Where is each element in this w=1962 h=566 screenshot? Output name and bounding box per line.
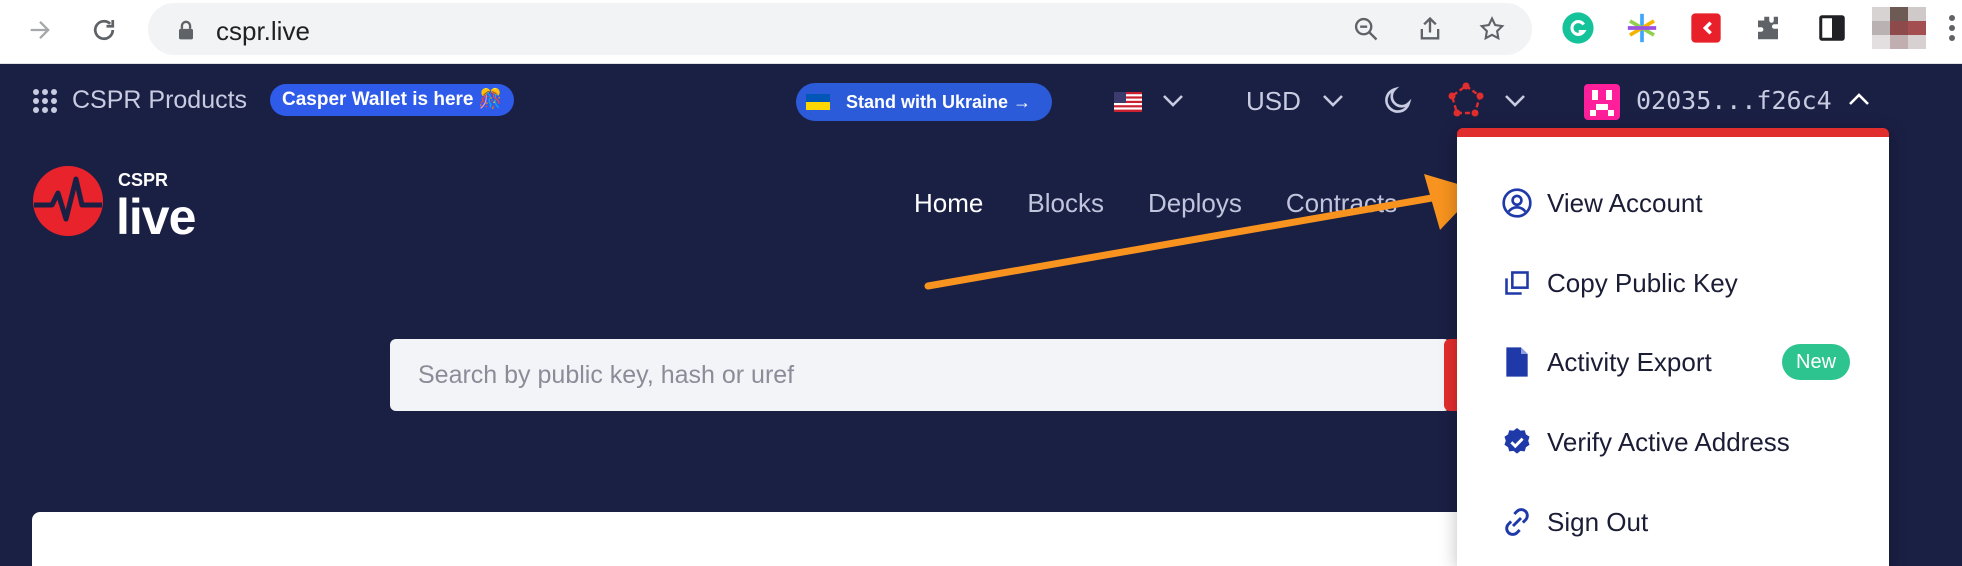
- copy-icon: [1501, 267, 1533, 299]
- ukraine-flag-icon: [806, 94, 830, 110]
- profile-button[interactable]: [1872, 7, 1928, 49]
- cspr-products-menu[interactable]: CSPR Products: [32, 86, 247, 115]
- side-panel-button[interactable]: [1814, 10, 1850, 46]
- verified-badge-icon: [1501, 426, 1533, 458]
- identicon-icon: [1590, 90, 1614, 116]
- url-text: cspr.live: [216, 16, 310, 46]
- puzzle-icon: [1758, 16, 1778, 40]
- side-panel-icon: [1819, 15, 1845, 41]
- account-public-key[interactable]: 02035...f26c4: [1636, 86, 1832, 115]
- network-icon[interactable]: [1446, 82, 1486, 118]
- content-card: [32, 512, 1532, 566]
- asterisk-icon: [1627, 13, 1657, 43]
- activity-export-label: Activity Export: [1547, 346, 1712, 377]
- browser-menu-button[interactable]: [1942, 10, 1962, 46]
- bookmark-star-icon[interactable]: [1478, 15, 1506, 43]
- currency-chevron-down-icon[interactable]: [1322, 92, 1344, 108]
- menu-item-copy-public-key[interactable]: Copy Public Key: [1457, 253, 1889, 313]
- grammarly-icon: [1562, 12, 1594, 44]
- address-bar[interactable]: cspr.live: [148, 3, 1532, 55]
- copy-public-key-label: Copy Public Key: [1547, 267, 1738, 298]
- grammarly-extension[interactable]: [1560, 10, 1596, 46]
- verify-active-address-label: Verify Active Address: [1547, 426, 1790, 457]
- network-chevron-down-icon[interactable]: [1504, 92, 1526, 108]
- arrow-right-icon: [30, 21, 50, 39]
- red-extension[interactable]: [1688, 10, 1724, 46]
- zoom-out-icon[interactable]: [1352, 15, 1380, 43]
- menu-item-verify-active-address[interactable]: Verify Active Address: [1457, 412, 1889, 472]
- stand-with-ukraine-button[interactable]: Stand with Ukraine →: [796, 83, 1052, 121]
- logo-live-text: live: [116, 189, 196, 245]
- search-input[interactable]: [390, 339, 1450, 411]
- cspr-live-logo-icon[interactable]: [32, 165, 104, 237]
- language-chevron-down-icon[interactable]: [1162, 92, 1184, 108]
- forward-button[interactable]: [20, 10, 60, 50]
- products-label: CSPR Products: [72, 86, 248, 114]
- nav-blocks[interactable]: Blocks: [1027, 188, 1104, 219]
- browser-toolbar: cspr.live: [0, 0, 1962, 64]
- kebab-menu-icon: [1949, 15, 1955, 41]
- new-badge: New: [1782, 344, 1851, 380]
- casper-wallet-badge[interactable]: Casper Wallet is here 🎊: [270, 84, 515, 116]
- currency-selector[interactable]: USD: [1246, 86, 1301, 117]
- moon-icon[interactable]: [1382, 84, 1414, 116]
- red-c-icon: [1691, 13, 1721, 43]
- main-navigation: Home Blocks Deploys Contracts: [914, 188, 1441, 219]
- extensions-button[interactable]: [1750, 10, 1786, 46]
- unlink-icon: [1501, 506, 1533, 538]
- asterisk-extension[interactable]: [1624, 10, 1660, 46]
- menu-item-activity-export[interactable]: Activity Export New: [1457, 332, 1889, 392]
- ukraine-label: Stand with Ukraine →: [846, 91, 1032, 112]
- document-icon: [1501, 346, 1533, 378]
- site-topbar: CSPR Products Casper Wallet is here 🎊 St…: [0, 64, 1962, 136]
- view-account-label: View Account: [1547, 187, 1703, 218]
- profile-avatar-icon: [1872, 7, 1926, 49]
- menu-item-view-account[interactable]: View Account: [1457, 173, 1889, 233]
- lock-icon: [179, 20, 193, 40]
- nav-home[interactable]: Home: [914, 188, 983, 219]
- grid-dots-icon: [33, 88, 57, 113]
- share-icon[interactable]: [1416, 15, 1444, 43]
- us-flag-icon[interactable]: [1114, 92, 1142, 112]
- reload-icon: [93, 19, 115, 41]
- reload-button[interactable]: [84, 10, 124, 50]
- account-avatar[interactable]: [1584, 84, 1620, 120]
- nav-deploys[interactable]: Deploys: [1148, 188, 1242, 219]
- nav-contracts[interactable]: Contracts: [1286, 188, 1397, 219]
- account-dropdown-menu: View Account Copy Public Key Activity Ex…: [1457, 128, 1889, 566]
- search-box: [390, 339, 1450, 411]
- account-chevron-up-icon[interactable]: [1848, 92, 1870, 108]
- sign-out-label: Sign Out: [1547, 506, 1649, 537]
- user-circle-icon: [1501, 187, 1533, 219]
- menu-item-sign-out[interactable]: Sign Out: [1457, 492, 1889, 552]
